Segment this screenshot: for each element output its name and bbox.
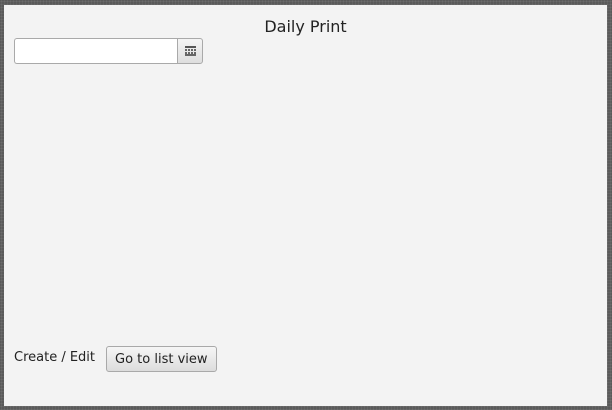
calendar-button[interactable] <box>177 38 203 64</box>
mode-label: Create / Edit <box>14 349 96 365</box>
bottom-bar: Create / Edit Go to list view <box>14 346 217 372</box>
go-to-list-view-button[interactable]: Go to list view <box>106 346 217 372</box>
daily-print-window: Daily Print Create / Edit Go to list vie… <box>4 5 607 406</box>
date-picker <box>14 38 203 64</box>
page-title: Daily Print <box>264 17 347 36</box>
date-input[interactable] <box>14 38 177 64</box>
calendar-icon <box>184 46 196 56</box>
